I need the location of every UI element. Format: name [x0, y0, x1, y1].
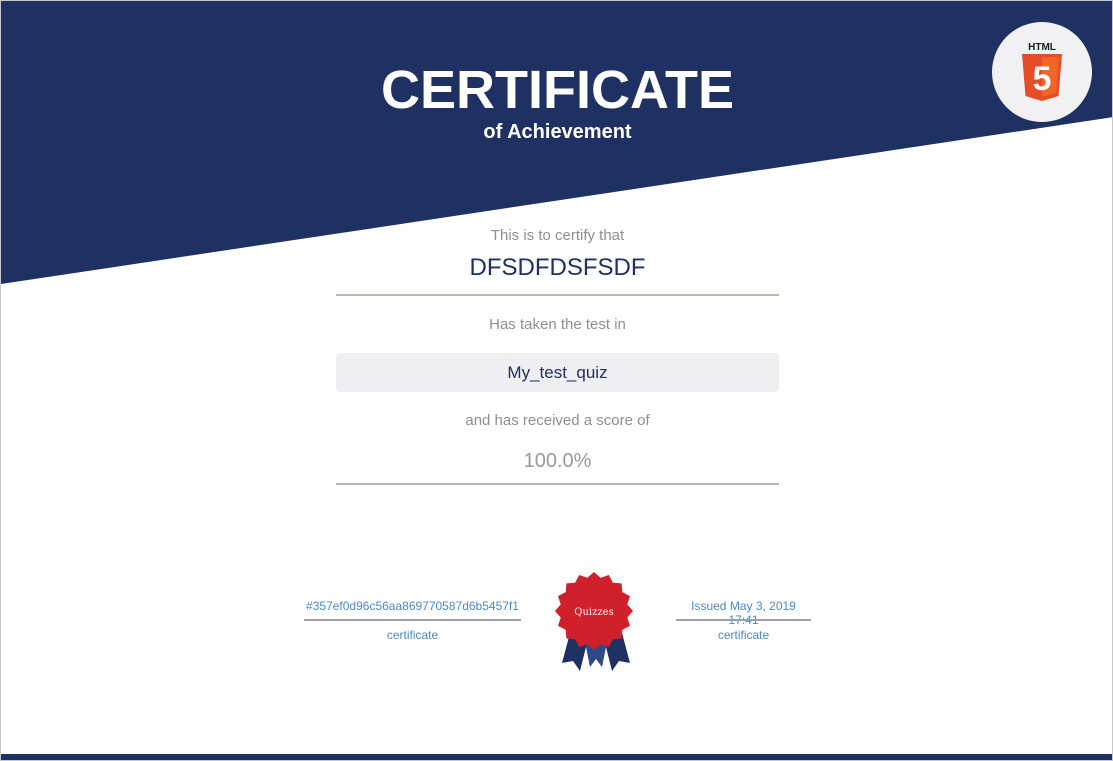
- certificate-id-underline: [304, 619, 521, 621]
- header-banner: [1, 1, 1112, 284]
- score-label: and has received a score of: [465, 412, 650, 429]
- test-label: Has taken the test in: [489, 316, 626, 333]
- score-underline: [336, 483, 779, 485]
- html5-icon: HTML 5: [1022, 42, 1062, 101]
- issued-date: Issued May 3, 2019 17:41: [691, 599, 796, 627]
- issued-caption: certificate: [717, 628, 770, 642]
- html5-logo-text: HTML: [1028, 42, 1056, 53]
- quiz-name: My_test_quiz: [336, 353, 779, 392]
- certificate-title: CERTIFICATE: [381, 60, 734, 120]
- seal-text: Quizzes: [574, 607, 613, 618]
- score-value: 100.0%: [523, 450, 592, 472]
- certificate-id-caption: certificate: [386, 628, 439, 642]
- footer-bar: [1, 754, 1112, 760]
- html5-logo-glyph: 5: [1033, 60, 1052, 98]
- certificate-page: CERTIFICATE of Achievement HTML 5 This i…: [0, 0, 1113, 761]
- award-seal: Quizzes: [555, 572, 633, 671]
- issued-underline: [676, 619, 811, 621]
- recipient-name: DFSDFDSFSDF: [469, 254, 646, 281]
- certificate-subtitle: of Achievement: [483, 121, 632, 143]
- certify-label: This is to certify that: [490, 227, 625, 244]
- html5-logo: HTML 5: [992, 22, 1092, 122]
- certificate-id: #357ef0d96c56aa869770587d6b5457f1: [306, 599, 519, 613]
- recipient-underline: [336, 294, 779, 296]
